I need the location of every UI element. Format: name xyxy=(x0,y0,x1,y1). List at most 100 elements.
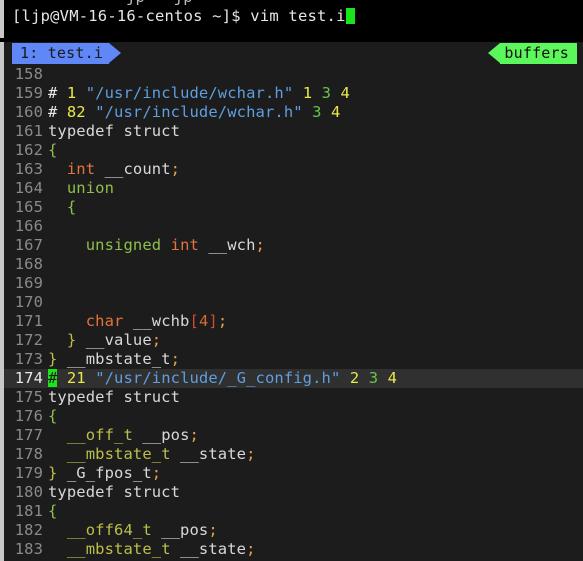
line-number: 163 xyxy=(14,160,43,178)
code-line[interactable]: 161 typedef struct xyxy=(4,122,583,141)
buffers-label: buffers xyxy=(504,44,569,62)
code-token: ; xyxy=(246,445,256,463)
code-token: 4 xyxy=(340,84,350,102)
code-token: ; xyxy=(170,160,181,178)
line-text: __off64_t __pos; xyxy=(48,521,583,540)
code-token: __mbstate_t xyxy=(66,540,171,558)
code-token: __off_t xyxy=(66,426,133,444)
code-line[interactable]: 183 __mbstate_t __state; xyxy=(4,540,583,559)
line-text: __mbstate_t __state; xyxy=(48,540,583,559)
code-line[interactable]: 180 typedef struct xyxy=(4,483,583,502)
code-line[interactable]: 174 # 21 "/usr/include/_G_config.h" 2 3 4 xyxy=(4,369,583,388)
line-number: 170 xyxy=(14,293,43,311)
terminal-prompt-line: [ljp@VM-16-16-centos ~]$ vim test.i xyxy=(12,7,355,26)
line-text: { xyxy=(48,198,583,217)
code-token: __wchb xyxy=(123,312,190,330)
code-line[interactable]: 169 xyxy=(4,274,583,293)
code-line[interactable]: 181 { xyxy=(4,502,583,521)
line-number: 177 xyxy=(14,426,43,444)
terminal-pane[interactable]: jp jp [ljp@VM-16-16-centos ~]$ vim test.… xyxy=(0,0,583,38)
buffers-indicator[interactable]: buffers xyxy=(500,43,577,64)
code-token: 1 xyxy=(66,84,77,102)
vim-window[interactable]: 1: test.i buffers 158 159 # 1 "/usr/includ… xyxy=(0,42,583,561)
code-token: __count xyxy=(95,160,171,178)
buffers-arrow-icon xyxy=(488,43,500,63)
code-token: typedef struct xyxy=(48,122,181,140)
code-token: # xyxy=(48,103,67,121)
code-token: _G_fpos_t xyxy=(57,464,152,482)
code-line[interactable]: 158 xyxy=(4,65,583,84)
line-text: __mbstate_t __state; xyxy=(48,445,583,464)
line-number: 158 xyxy=(14,65,43,83)
code-token: typedef struct xyxy=(48,388,181,406)
code-token: { xyxy=(48,141,58,159)
code-token: unsigned xyxy=(85,236,162,254)
code-line[interactable]: 171 char __wchb[4]; xyxy=(4,312,583,331)
code-line[interactable]: 182 __off64_t __pos; xyxy=(4,521,583,540)
code-line[interactable]: 160 # 82 "/usr/include/wchar.h" 3 4 xyxy=(4,103,583,122)
code-line[interactable]: 176 { xyxy=(4,407,583,426)
tab-test-i[interactable]: 1: test.i xyxy=(12,43,110,64)
code-token: ] xyxy=(208,312,218,330)
code-line[interactable]: 178 __mbstate_t __state; xyxy=(4,445,583,464)
tab-arrow-icon xyxy=(109,43,121,63)
code-line[interactable]: 170 xyxy=(4,293,583,312)
vim-tabline: 1: test.i buffers xyxy=(4,42,583,65)
code-token: ; xyxy=(217,312,228,330)
code-token: "/usr/include/wchar.h" xyxy=(85,84,294,102)
code-token: { xyxy=(66,198,77,216)
code-token: ; xyxy=(246,540,256,558)
line-number: 169 xyxy=(14,274,43,292)
line-text: char __wchb[4]; xyxy=(48,312,583,331)
line-text: union xyxy=(48,179,583,198)
code-token: __mbstate_t xyxy=(57,350,171,368)
code-token: 4 xyxy=(331,103,341,121)
code-line[interactable]: 167 unsigned int __wch; xyxy=(4,236,583,255)
code-line[interactable]: 162 { xyxy=(4,141,583,160)
terminal-prompt-text: [ljp@VM-16-16-centos ~]$ vim test.i xyxy=(12,7,346,25)
line-text: } _G_fpos_t; xyxy=(48,464,583,483)
code-line[interactable]: 159 # 1 "/usr/include/wchar.h" 1 3 4 xyxy=(4,84,583,103)
code-line[interactable]: 175 typedef struct xyxy=(4,388,583,407)
code-token: # xyxy=(48,84,67,102)
code-token: 3 xyxy=(321,84,331,102)
code-line[interactable]: 179} _G_fpos_t; xyxy=(4,464,583,483)
code-token: 4 xyxy=(387,369,398,387)
line-number: 174 xyxy=(14,369,43,387)
line-number: 178 xyxy=(14,445,43,463)
code-line[interactable]: 168 xyxy=(4,255,583,274)
code-line[interactable]: 165 { xyxy=(4,198,583,217)
code-line[interactable]: 172 } __value; xyxy=(4,331,583,350)
line-text: __off_t __pos; xyxy=(48,426,583,445)
code-token: __state xyxy=(170,540,247,558)
code-token: [ xyxy=(189,312,199,330)
line-text: { xyxy=(48,502,583,521)
line-number: 165 xyxy=(14,198,43,216)
line-number: 164 xyxy=(14,179,43,197)
code-line[interactable]: 164 union xyxy=(4,179,583,198)
code-token: 2 xyxy=(349,369,360,387)
code-line[interactable]: 173} __mbstate_t; xyxy=(4,350,583,369)
code-token: 82 xyxy=(66,103,86,121)
code-token: ; xyxy=(151,331,162,349)
code-line[interactable]: 177 __off_t __pos; xyxy=(4,426,583,445)
code-line[interactable]: 163 int __count; xyxy=(4,160,583,179)
vim-code-area[interactable]: 158 159 # 1 "/usr/include/wchar.h" 1 3 4 16… xyxy=(4,65,583,559)
line-number: 182 xyxy=(14,521,43,539)
code-line[interactable]: 166 xyxy=(4,217,583,236)
terminal-cursor xyxy=(345,8,355,24)
line-number: 175 xyxy=(14,388,43,406)
